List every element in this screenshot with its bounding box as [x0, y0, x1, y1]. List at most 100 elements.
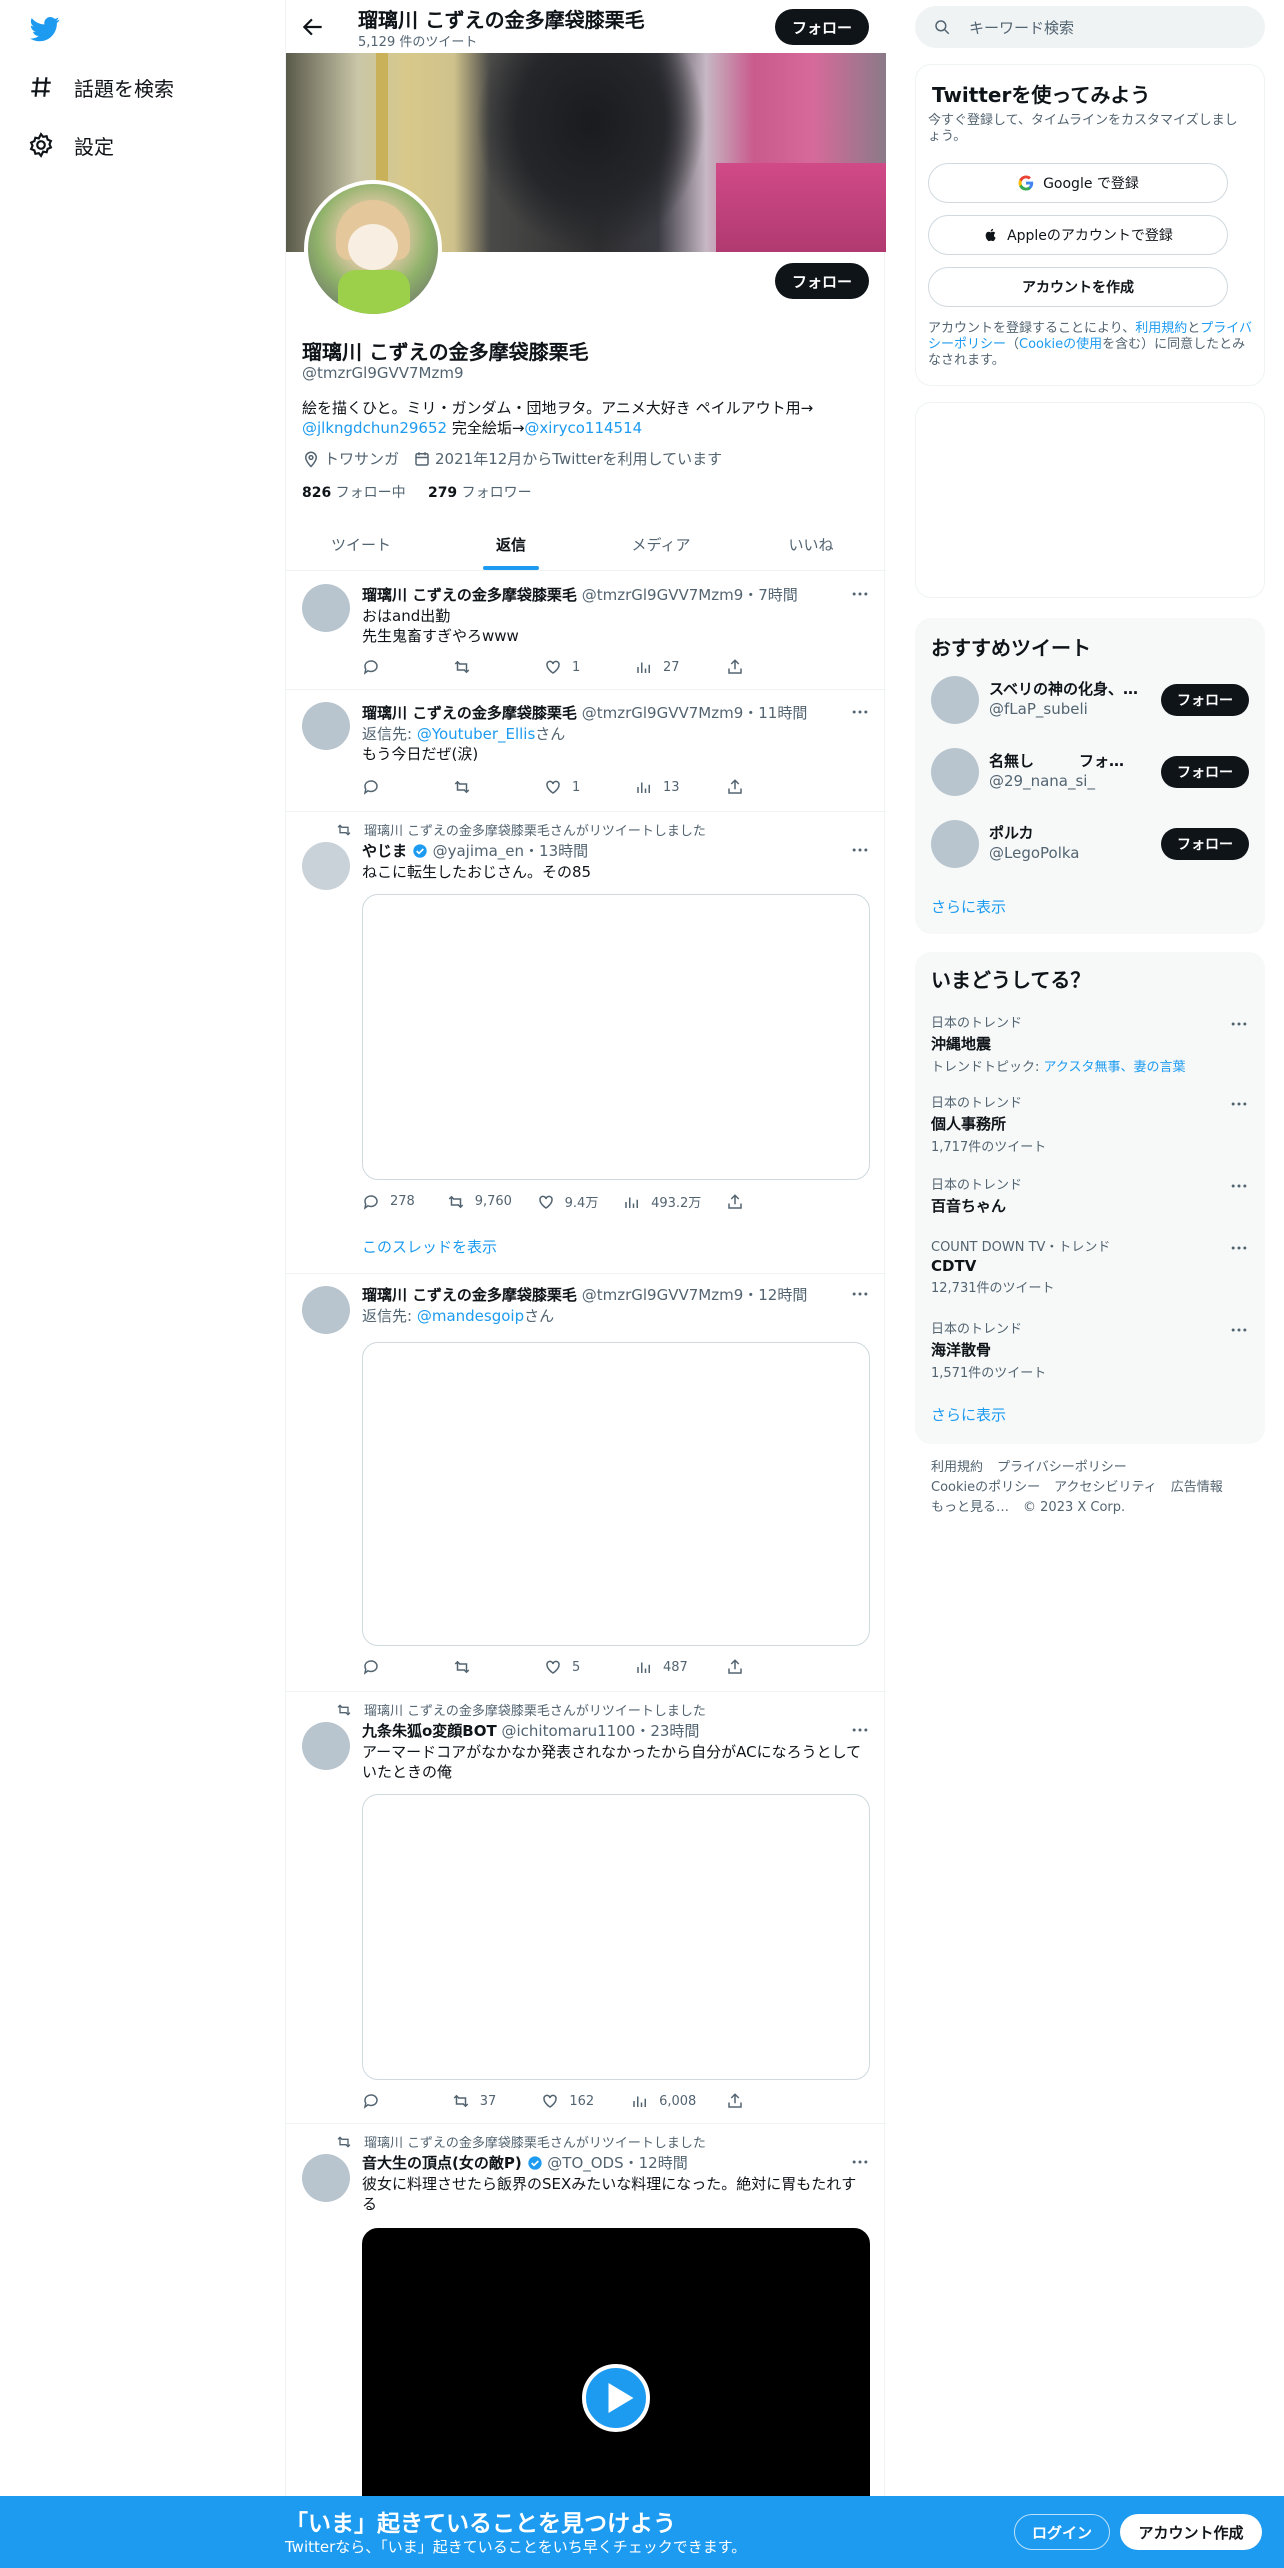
terms-link[interactable]: 利用規約 — [1135, 321, 1187, 336]
retweet-button[interactable]: 9,760 — [447, 1192, 512, 1211]
recommended-user-handle[interactable]: @LegoPolka — [989, 844, 1080, 862]
tweet-author-handle[interactable]: @TO_ODS — [547, 2154, 623, 2172]
avatar[interactable] — [931, 748, 979, 796]
tweet-time[interactable]: ・12時間 — [743, 1286, 807, 1304]
tab-likes[interactable]: いいね — [736, 518, 886, 570]
tab-media[interactable]: メディア — [586, 518, 736, 570]
trend-item[interactable]: 日本のトレンド 沖縄地震 トレンドトピック: アクスタ無事、妻の言葉 — [931, 1012, 1249, 1075]
tweet-media[interactable] — [362, 1342, 870, 1646]
tab-tweets[interactable]: ツイート — [286, 518, 436, 570]
play-button-icon[interactable] — [582, 2364, 650, 2432]
more-options-icon[interactable] — [1229, 1320, 1249, 1340]
retweet-context-label[interactable]: 瑠璃川 こずえの金多摩袋膝栗毛さんがリツイートしました — [364, 1700, 706, 1719]
tweet-author-handle[interactable]: @yajima_en — [433, 842, 524, 860]
reply-button[interactable] — [362, 1658, 422, 1676]
retweet-button[interactable] — [453, 778, 513, 796]
follow-button[interactable]: フォロー — [775, 263, 869, 299]
trend-item[interactable]: 日本のトレンド 海洋散骨 1,571件のツイート — [931, 1318, 1249, 1381]
tweet-author-name[interactable]: 瑠璃川 こずえの金多摩袋膝栗毛 — [362, 704, 577, 722]
like-button[interactable]: 5 — [544, 1658, 604, 1676]
recommended-user-handle[interactable]: @29_nana_si_ — [989, 772, 1095, 790]
reply-button[interactable]: 278 — [362, 1192, 422, 1211]
avatar[interactable] — [931, 820, 979, 868]
more-options-icon[interactable] — [850, 1284, 870, 1304]
more-options-icon[interactable] — [1229, 1238, 1249, 1258]
tweet-author-name[interactable]: 瑠璃川 こずえの金多摩袋膝栗毛 — [362, 1286, 577, 1304]
retweet-context-label[interactable]: 瑠璃川 こずえの金多摩袋膝栗毛さんがリツイートしました — [364, 2132, 706, 2151]
avatar[interactable] — [302, 702, 350, 750]
like-button[interactable]: 162 — [541, 2092, 601, 2110]
footer-more-link[interactable]: もっと見る… — [931, 1500, 1009, 1515]
signup-button[interactable]: アカウント作成 — [1120, 2514, 1262, 2550]
footer-accessibility-link[interactable]: アクセシビリティ — [1054, 1480, 1157, 1495]
views-button[interactable]: 6,008 — [631, 2092, 696, 2110]
share-button[interactable] — [726, 778, 786, 796]
more-options-icon[interactable] — [1229, 1176, 1249, 1196]
more-options-icon[interactable] — [850, 2152, 870, 2172]
avatar[interactable] — [302, 842, 350, 890]
avatar[interactable] — [302, 584, 350, 632]
views-button[interactable]: 493.2万 — [623, 1192, 701, 1211]
share-button[interactable] — [726, 658, 786, 676]
apple-signup-button[interactable]: Appleのアカウントで登録 — [928, 215, 1228, 255]
tweet-author-handle[interactable]: @ichitomaru1100 — [502, 1722, 636, 1740]
more-options-icon[interactable] — [1229, 1014, 1249, 1034]
footer-privacy-link[interactable]: プライバシーポリシー — [997, 1460, 1127, 1475]
trend-item[interactable]: 日本のトレンド 個人事務所 1,717件のツイート — [931, 1092, 1249, 1155]
follow-button[interactable]: フォロー — [1161, 684, 1249, 716]
like-button[interactable]: 9.4万 — [537, 1192, 598, 1211]
cookie-link[interactable]: Cookieの使用 — [1019, 337, 1102, 352]
views-button[interactable]: 27 — [635, 658, 695, 676]
tweet[interactable]: 瑠璃川 こずえの金多摩袋膝栗毛さんがリツイートしました 九条朱狐o変顔BOT @… — [286, 1692, 886, 2124]
tweet[interactable]: 瑠璃川 こずえの金多摩袋膝栗毛 @tmzrGl9GVV7Mzm9・11時間 返信… — [286, 690, 886, 812]
bio-mention-link[interactable]: @jlkngdchun29652 — [302, 419, 447, 437]
views-button[interactable]: 13 — [635, 778, 695, 796]
more-options-icon[interactable] — [850, 840, 870, 860]
login-button[interactable]: ログイン — [1014, 2514, 1110, 2550]
avatar[interactable] — [302, 2154, 350, 2202]
retweet-button[interactable] — [453, 658, 513, 676]
share-button[interactable] — [726, 1658, 786, 1676]
bio-mention-link[interactable]: @xiryco114514 — [524, 419, 642, 437]
recommended-user[interactable]: スベリの神の化身、… @fLaP_subeli フォロー — [931, 670, 1249, 730]
footer-ads-link[interactable]: 広告情報 — [1171, 1480, 1223, 1495]
tweet-time[interactable]: ・13時間 — [524, 842, 588, 860]
tweet[interactable]: 瑠璃川 こずえの金多摩袋膝栗毛さんがリツイートしました やじま @yajima_… — [286, 812, 886, 1274]
more-options-icon[interactable] — [850, 584, 870, 604]
tweet-media[interactable] — [362, 1794, 870, 2080]
like-button[interactable]: 1 — [544, 778, 604, 796]
footer-terms-link[interactable]: 利用規約 — [931, 1460, 983, 1475]
profile-avatar[interactable] — [304, 180, 442, 318]
follow-button-top[interactable]: フォロー — [775, 9, 869, 45]
tweet-author-name[interactable]: 瑠璃川 こずえの金多摩袋膝栗毛 — [362, 586, 577, 604]
reply-button[interactable] — [362, 658, 422, 676]
tweet-author-handle[interactable]: @tmzrGl9GVV7Mzm9 — [582, 586, 744, 604]
recommended-user[interactable]: ポルカ @LegoPolka フォロー — [931, 814, 1249, 874]
reply-to-link[interactable]: @Youtuber_Ellis — [417, 725, 535, 743]
tweet-author-name[interactable]: 九条朱狐o変顔BOT — [362, 1722, 497, 1740]
tweet-time[interactable]: ・23時間 — [635, 1722, 699, 1740]
more-options-icon[interactable] — [850, 1720, 870, 1740]
like-button[interactable]: 1 — [544, 658, 604, 676]
back-arrow-icon[interactable] — [300, 14, 326, 40]
trend-item[interactable]: COUNT DOWN TV・トレンド CDTV 12,731件のツイート — [931, 1236, 1249, 1296]
follow-button[interactable]: フォロー — [1161, 828, 1249, 860]
avatar[interactable] — [302, 1722, 350, 1770]
recommended-user-name[interactable]: スベリの神の化身、… — [989, 678, 1139, 699]
reply-button[interactable] — [362, 778, 422, 796]
retweet-context-label[interactable]: 瑠璃川 こずえの金多摩袋膝栗毛さんがリツイートしました — [364, 820, 706, 839]
tweet[interactable]: 瑠璃川 こずえの金多摩袋膝栗毛 @tmzrGl9GVV7Mzm9・12時間 返信… — [286, 1274, 886, 1692]
show-thread-link[interactable]: このスレッドを表示 — [362, 1236, 497, 1257]
trend-item[interactable]: 日本のトレンド 百音ちゃん — [931, 1174, 1249, 1216]
twitter-logo-icon[interactable] — [28, 14, 62, 44]
following-link[interactable]: 826 フォロー中 — [302, 485, 406, 501]
recommended-user-name[interactable]: 名無し フォ… — [989, 750, 1139, 771]
follow-button[interactable]: フォロー — [1161, 756, 1249, 788]
footer-cookie-link[interactable]: Cookieのポリシー — [931, 1480, 1040, 1495]
recommended-user-name[interactable]: ポルカ — [989, 822, 1139, 843]
avatar[interactable] — [302, 1286, 350, 1334]
trend-related-link[interactable]: アクスタ無事、妻の言葉 — [1044, 1060, 1186, 1075]
retweet-button[interactable]: 37 — [452, 2092, 512, 2110]
avatar[interactable] — [931, 676, 979, 724]
views-button[interactable]: 487 — [635, 1658, 695, 1676]
